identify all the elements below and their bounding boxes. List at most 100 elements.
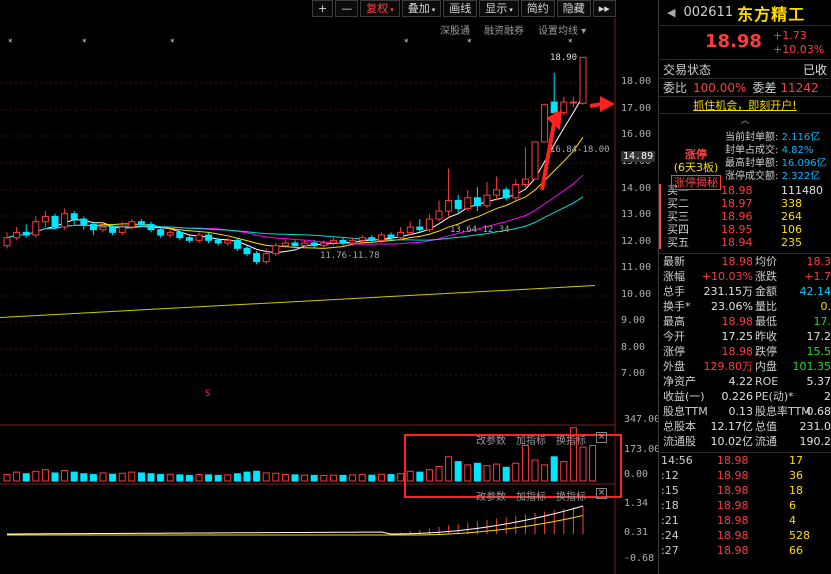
stat-value-2: 190.2 — [799, 435, 831, 448]
vol-add-indicator[interactable]: 加指标 — [516, 432, 546, 447]
kline-chart-area[interactable]: * * * * * * 18.90 16.84-18.00 11.76-11.78 13.64-1… — [0, 0, 660, 574]
toolbar-button-7[interactable]: 隐藏 — [556, 0, 591, 17]
volume-bar — [425, 469, 433, 482]
candle-body — [387, 234, 395, 239]
stat-label-2: PE(动)* — [755, 390, 794, 403]
bid-row[interactable]: 买五 18.94 235 — [659, 236, 831, 249]
bid-price: 18.94 — [721, 236, 753, 249]
toolbar-button-2[interactable]: 复权 ▾ — [360, 0, 400, 17]
stock-name: 东方精工 — [737, 4, 806, 24]
volume-bar — [579, 446, 587, 482]
limit-stat-row: 封单占成交: 4.82% — [725, 144, 827, 157]
price-tick-label: 9.00 — [621, 315, 646, 326]
candle-body — [137, 221, 145, 225]
limit-stat-row: 涨停成交额: 2.322亿 — [725, 170, 827, 183]
limit-stat-label: 当前封单额: — [725, 132, 779, 143]
margin-link[interactable]: 融资融券 — [484, 22, 524, 37]
price-tick-label: 12.00 — [621, 236, 652, 247]
vol-close-icon[interactable]: × — [596, 432, 607, 443]
volume-bar — [349, 474, 357, 482]
status-row: 交易状态 已收 — [659, 60, 831, 78]
change-abs: +1.73 — [773, 29, 807, 42]
candle-body — [435, 210, 443, 220]
volume-bar — [195, 474, 203, 482]
candle-body — [320, 242, 328, 247]
hk-connect-link[interactable]: 深股通 — [440, 22, 470, 37]
volume-bar — [435, 465, 443, 482]
macd-switch-indicator[interactable]: 换指标 — [556, 488, 586, 503]
stat-label: 涨幅 — [663, 270, 685, 283]
collapse-icon[interactable]: ︿ — [659, 114, 831, 128]
stat-row: 最新 18.98 均价 18.3 — [659, 254, 831, 269]
candle-body — [368, 237, 376, 241]
bid-row[interactable]: 买二 18.97 338 — [659, 197, 831, 210]
vol-edit-param[interactable]: 改参数 — [476, 432, 506, 447]
toolbar-button-0[interactable]: + — [312, 0, 334, 17]
macd-edit-param[interactable]: 改参数 — [476, 488, 506, 503]
volume-bar — [387, 474, 395, 482]
open-account-link[interactable]: 抓住机会，即刻开户! — [659, 96, 831, 114]
candle-body — [176, 231, 184, 239]
stat-label: 股息TTM — [663, 405, 708, 418]
candle-body — [233, 239, 241, 249]
candle-body — [493, 189, 501, 196]
tick-price: 18.98 — [717, 544, 749, 557]
candle-body — [272, 245, 280, 255]
quote-panel: ◀ 002611 东方精工 18.98 +1.73 +10.03% 交易状态 已… — [658, 0, 831, 574]
volume-bar — [3, 474, 11, 482]
toolbar-button-4[interactable]: 画线 — [443, 0, 478, 17]
candle-body — [41, 215, 49, 223]
stat-value: 18.98 — [721, 345, 754, 358]
chart-toolbar: + — 复权 ▾ 叠加 ▾ 画线 显示 ▾ 简约 隐藏 ▸▸ — [312, 0, 616, 18]
volume-bar — [493, 463, 501, 482]
candle-body — [253, 253, 261, 263]
stat-row: 流通股 10.02亿 流通 190.2 — [659, 434, 831, 449]
macd-close-icon[interactable]: × — [596, 488, 607, 499]
vol-switch-indicator[interactable]: 换指标 — [556, 432, 586, 447]
toolbar-button-6[interactable]: 简约 — [520, 0, 555, 17]
stat-label-2: 金额 — [755, 285, 777, 298]
volume-bar — [406, 470, 414, 482]
order-book: 买一 18.98 111480 买二 18.97 338 买三 18.96 264 买四 18.95… — [659, 184, 831, 249]
candle-body — [291, 242, 299, 247]
annotation-high: 18.90 — [550, 53, 577, 63]
prev-stock-icon[interactable]: ◀ — [667, 6, 675, 19]
limit-stat-value: 2.322亿 — [781, 171, 821, 182]
volume-bar — [521, 444, 529, 482]
limit-reveal-button[interactable]: 涨停揭秘 — [671, 175, 721, 190]
stat-row: 外盘 129.80万 内盘 101.35 — [659, 359, 831, 374]
price-tick-label: 18.00 — [621, 76, 652, 87]
stat-label-2: 均价 — [755, 255, 777, 268]
candle-body — [22, 231, 30, 236]
bid-row[interactable]: 买四 18.95 106 — [659, 223, 831, 236]
stat-value: 129.80万 — [703, 360, 754, 373]
toolbar-button-label: 隐藏 — [562, 2, 585, 15]
macd-add-indicator[interactable]: 加指标 — [516, 488, 546, 503]
toolbar-button-5[interactable]: 显示 ▾ — [479, 0, 519, 17]
set-ma-button[interactable]: 设置均线 ▾ — [538, 22, 586, 37]
limit-up-label: 涨停 — [685, 148, 707, 161]
annotation-low2: 13.64-12.34 — [450, 225, 510, 235]
candle-body — [349, 239, 357, 244]
candle-body — [406, 226, 414, 233]
candle-body — [89, 223, 97, 231]
bid-price: 18.97 — [721, 197, 753, 210]
stat-label: 最高 — [663, 315, 685, 328]
toolbar-button-1[interactable]: — — [335, 0, 359, 17]
toolbar-button-3[interactable]: 叠加 ▾ — [401, 0, 442, 17]
tick-list: 14:56 18.98 17:12 18.98 36:15 18.98 18:18 18.98… — [659, 452, 831, 558]
candle-body — [3, 237, 11, 247]
toolbar-button-8[interactable]: ▸▸ — [592, 0, 616, 17]
stat-value: 18.98 — [721, 315, 754, 328]
volume-bar — [502, 466, 510, 482]
candle-body — [531, 141, 539, 180]
stat-row: 收益(一) 0.226 PE(动)* 2 — [659, 389, 831, 404]
stat-row: 总手 231.15万 金额 42.14 — [659, 284, 831, 299]
volume-bar — [301, 474, 309, 482]
bid-row[interactable]: 买三 18.96 264 — [659, 210, 831, 223]
candle-body — [329, 239, 337, 244]
bid-price: 18.95 — [721, 223, 753, 236]
macd-tick-label: 0.31 — [624, 527, 649, 538]
star-marker: * — [8, 38, 13, 48]
annotation-range: 16.84-18.00 — [550, 145, 610, 155]
